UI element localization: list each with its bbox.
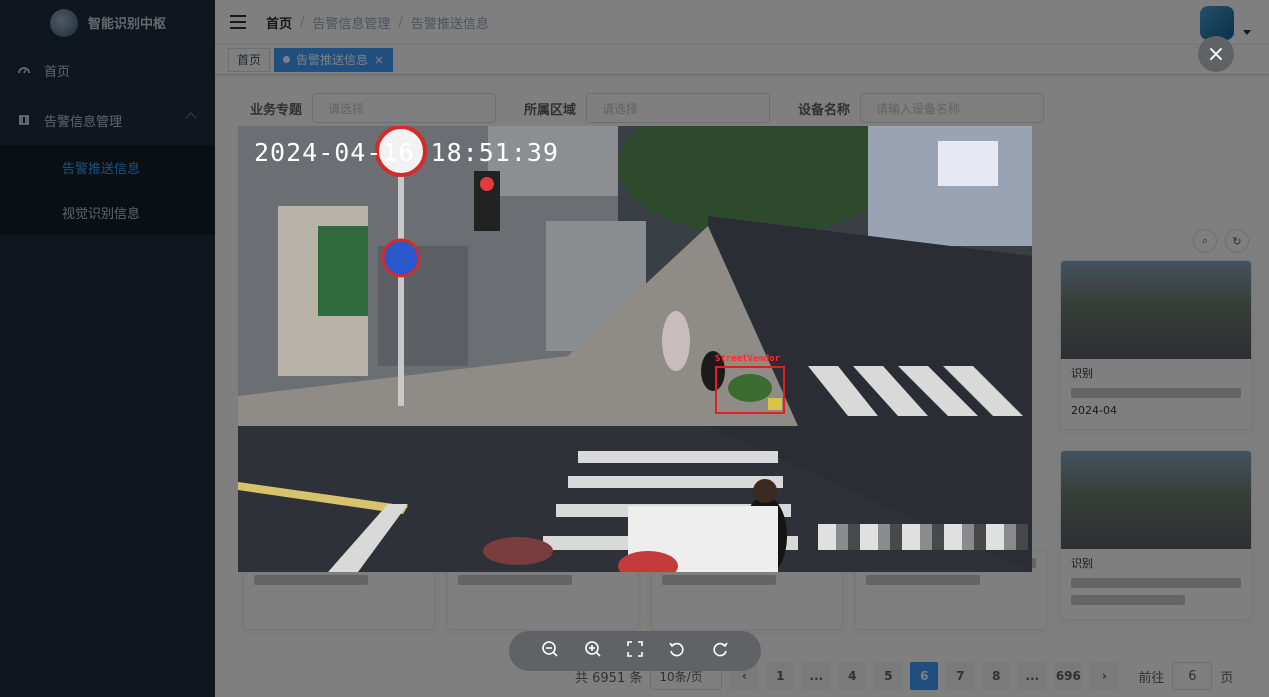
detection-label: StreetVendor <box>715 354 781 364</box>
fullscreen-icon[interactable] <box>624 640 646 663</box>
zoom-in-icon[interactable] <box>582 640 604 663</box>
alarm-image: 2024-04-16 18:51:39 StreetVendor <box>238 126 1032 572</box>
close-icon[interactable]: × <box>1198 36 1234 72</box>
blurred-caption <box>818 524 1028 550</box>
rotate-right-icon[interactable] <box>709 640 731 663</box>
timestamp-overlay: 2024-04-16 18:51:39 <box>254 138 559 167</box>
zoom-out-icon[interactable] <box>539 640 561 663</box>
rotate-left-icon[interactable] <box>666 640 688 663</box>
viewer-toolbar <box>509 631 761 671</box>
detection-box <box>715 366 785 414</box>
street-scene <box>238 126 1032 572</box>
